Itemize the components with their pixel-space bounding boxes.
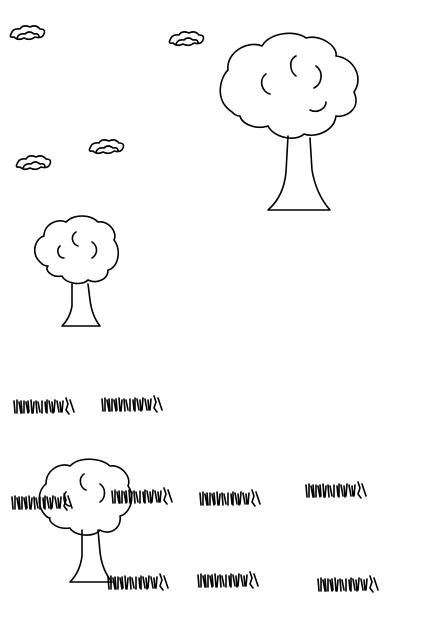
grass-icon <box>197 571 259 589</box>
tree-icon <box>219 32 359 211</box>
grass-icon <box>107 573 169 591</box>
scene-drawing <box>9 25 379 593</box>
grass-icon <box>305 481 367 499</box>
cloud-icon <box>15 155 52 171</box>
grass-icon <box>317 575 379 593</box>
grass-icon <box>101 395 163 413</box>
cloud-icon <box>88 139 125 155</box>
cloud-icon <box>168 31 205 47</box>
grass-icon <box>111 487 173 505</box>
tree-icon <box>33 215 120 327</box>
grass-icon <box>199 489 261 507</box>
grass-icon <box>13 397 75 415</box>
grass-icon <box>11 493 73 511</box>
cloud-icon <box>9 25 46 41</box>
doodle-canvas <box>0 0 426 640</box>
tree-icon <box>38 458 133 583</box>
